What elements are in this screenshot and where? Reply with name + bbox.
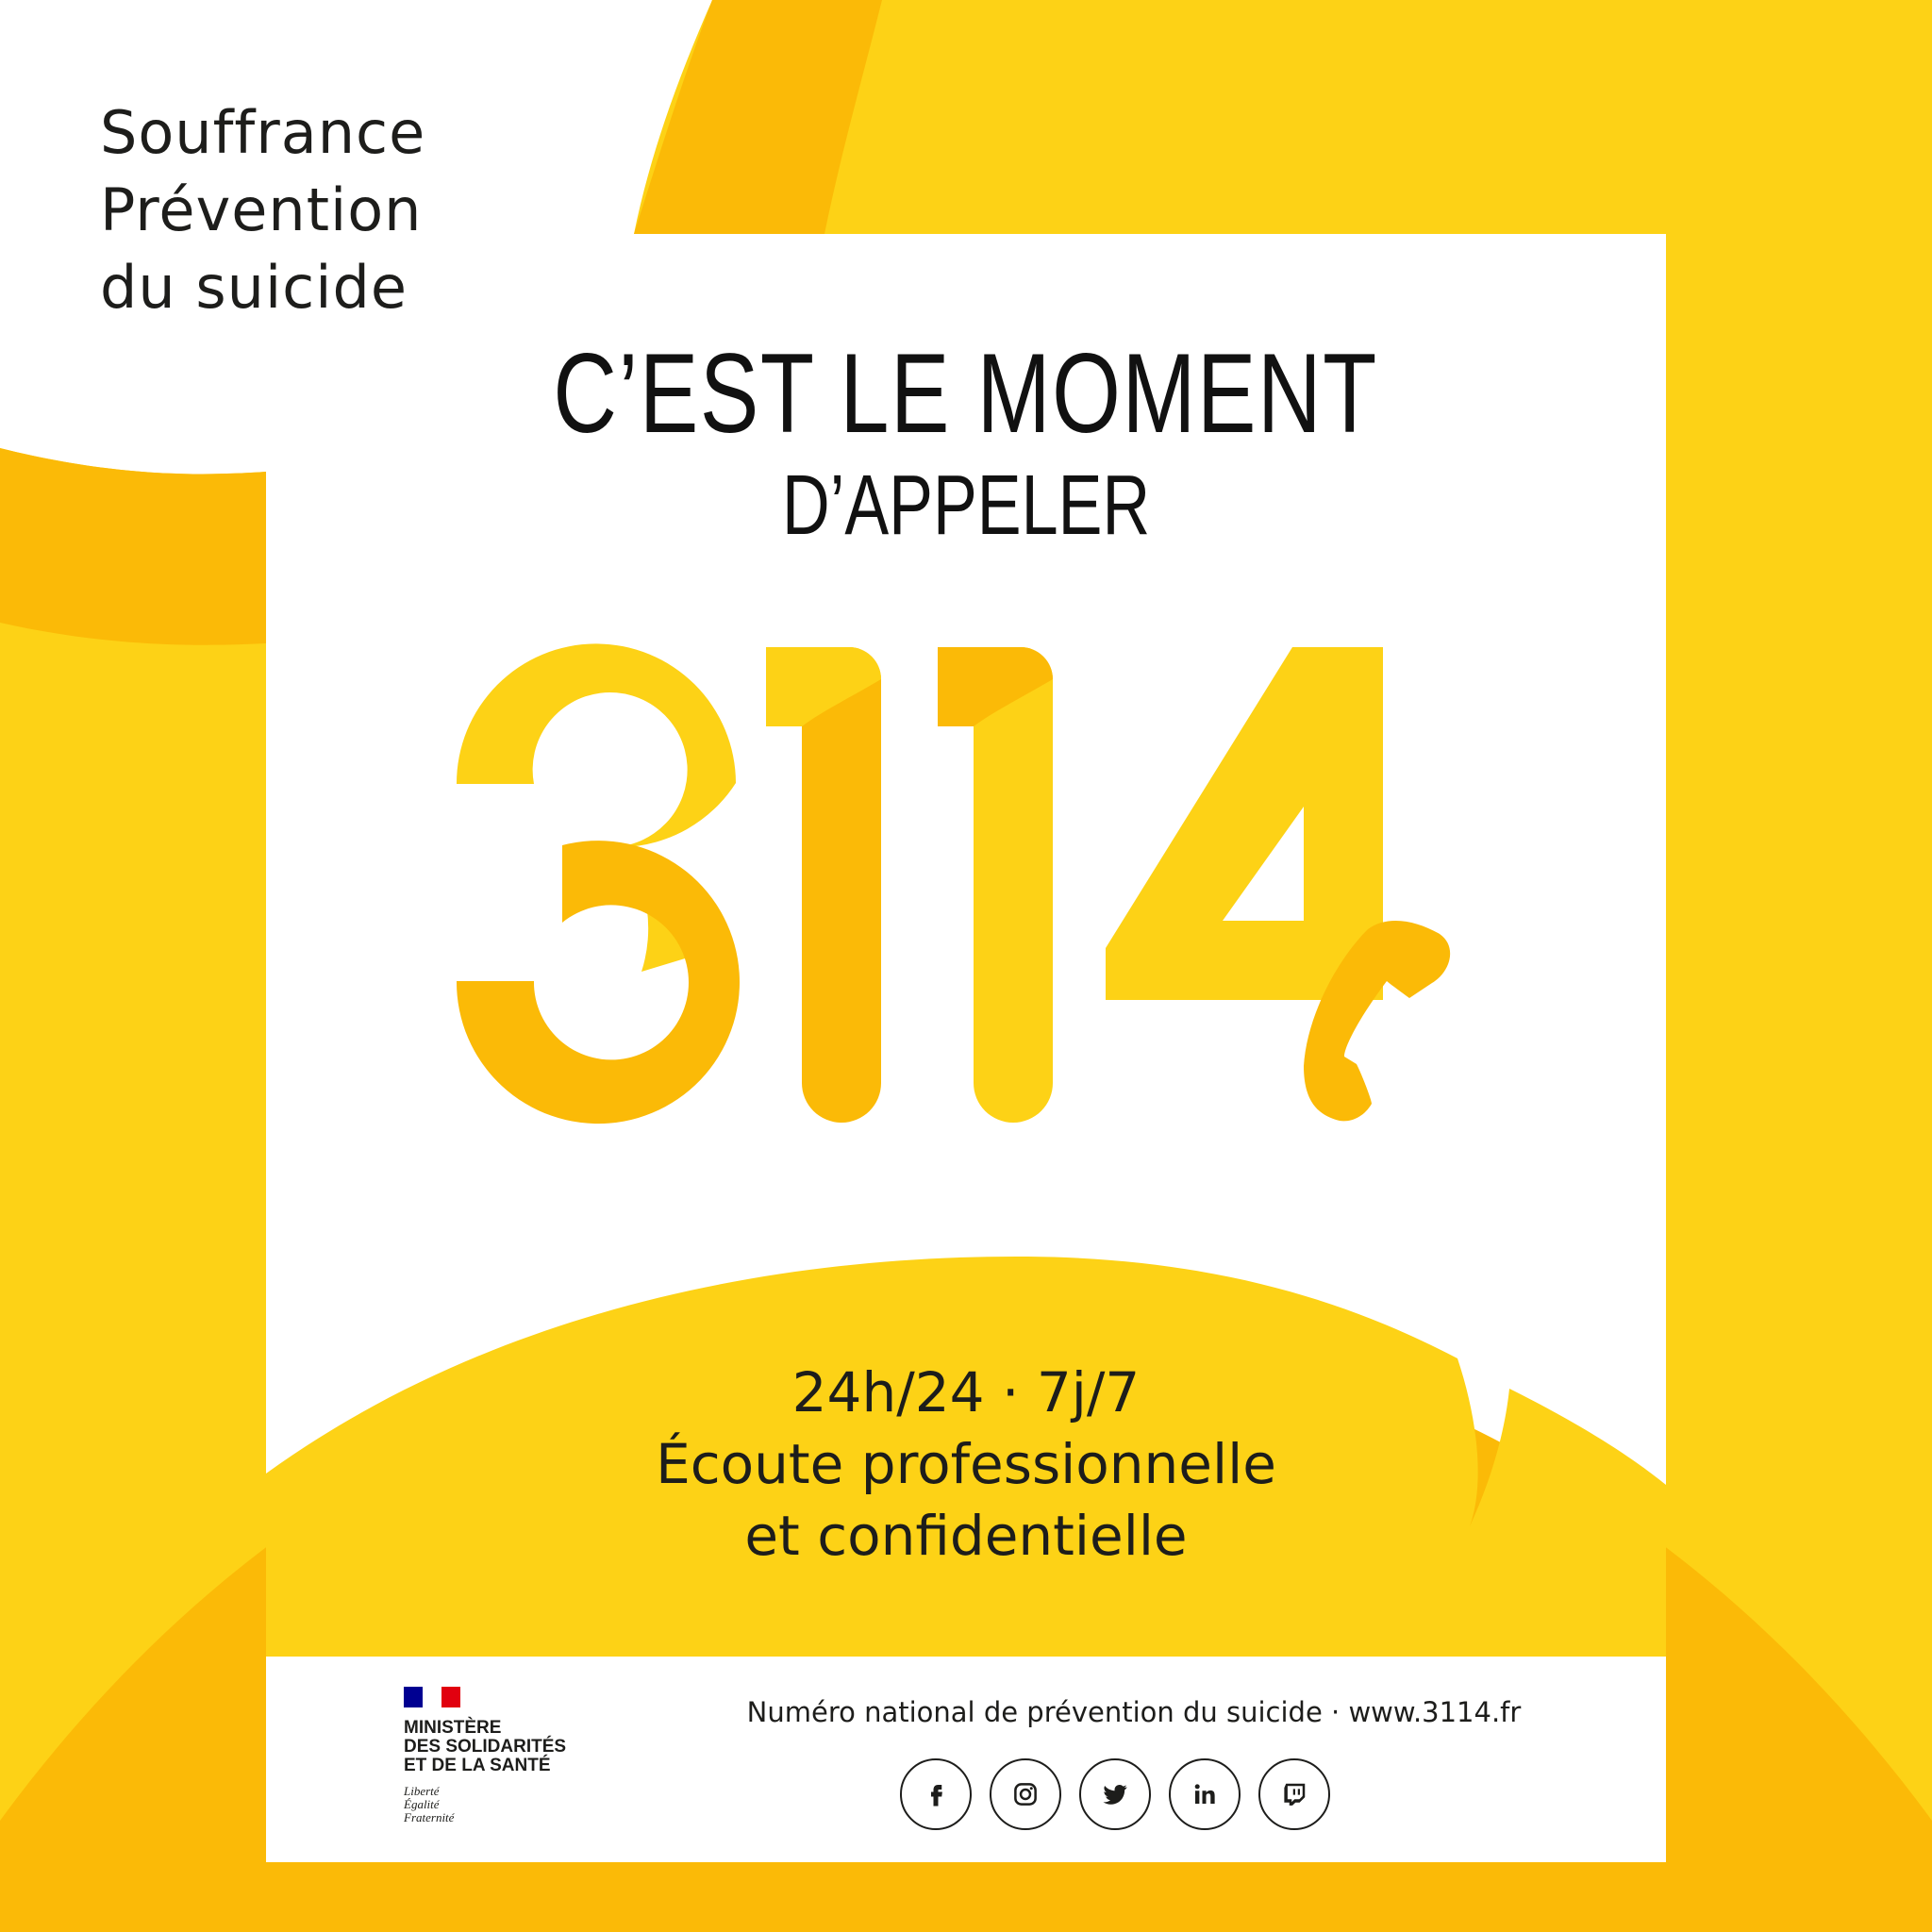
ministry-name-line: DES SOLIDARITÉS: [404, 1737, 567, 1757]
social-links: [900, 1758, 1330, 1830]
hours-text: 24h/24 · 7j/7: [791, 1360, 1141, 1424]
facebook-icon: [931, 1785, 942, 1807]
info-line-1: Écoute professionnelle: [656, 1432, 1276, 1496]
instagram-button[interactable]: [990, 1758, 1061, 1830]
footer: MINISTÈRE DES SOLIDARITÉS ET DE LA SANTÉ…: [266, 1657, 1666, 1862]
headline: C’EST LE MOMENT D’APPELER: [266, 332, 1666, 553]
french-flag-icon: [404, 1687, 460, 1707]
tagline-line: Prévention: [100, 175, 423, 244]
tagline-line: Souffrance: [100, 98, 426, 167]
twitter-icon: [1103, 1784, 1127, 1805]
instagram-icon: [1014, 1783, 1037, 1806]
national-number-text: Numéro national de prévention du suicide…: [746, 1696, 1522, 1728]
ministry-logo: MINISTÈRE DES SOLIDARITÉS ET DE LA SANTÉ…: [404, 1687, 566, 1824]
ministry-name-line: MINISTÈRE: [404, 1718, 502, 1738]
twitch-button[interactable]: [1258, 1758, 1330, 1830]
motto-line: Fraternité: [404, 1810, 455, 1824]
motto-line: Égalité: [404, 1797, 440, 1811]
left-band: [0, 448, 266, 645]
headline-line-1: C’EST LE MOMENT: [553, 330, 1379, 457]
facebook-button[interactable]: [900, 1758, 972, 1830]
ministry-name-line: ET DE LA SANTÉ: [404, 1756, 551, 1775]
tagline: Souffrance Prévention du suicide: [100, 94, 425, 326]
motto-line: Liberté: [404, 1784, 440, 1798]
availability-info: 24h/24 · 7j/7 Écoute professionnelle et …: [266, 1357, 1666, 1572]
linkedin-icon: [1194, 1784, 1215, 1804]
twitch-icon: [1284, 1783, 1306, 1806]
info-line-2: et confidentielle: [744, 1504, 1188, 1568]
poster: Souffrance Prévention du suicide C’EST L…: [0, 0, 1932, 1932]
tagline-line: du suicide: [100, 253, 408, 322]
headline-line-2: D’APPELER: [781, 458, 1151, 553]
linkedin-button[interactable]: [1169, 1758, 1241, 1830]
twitter-button[interactable]: [1079, 1758, 1151, 1830]
